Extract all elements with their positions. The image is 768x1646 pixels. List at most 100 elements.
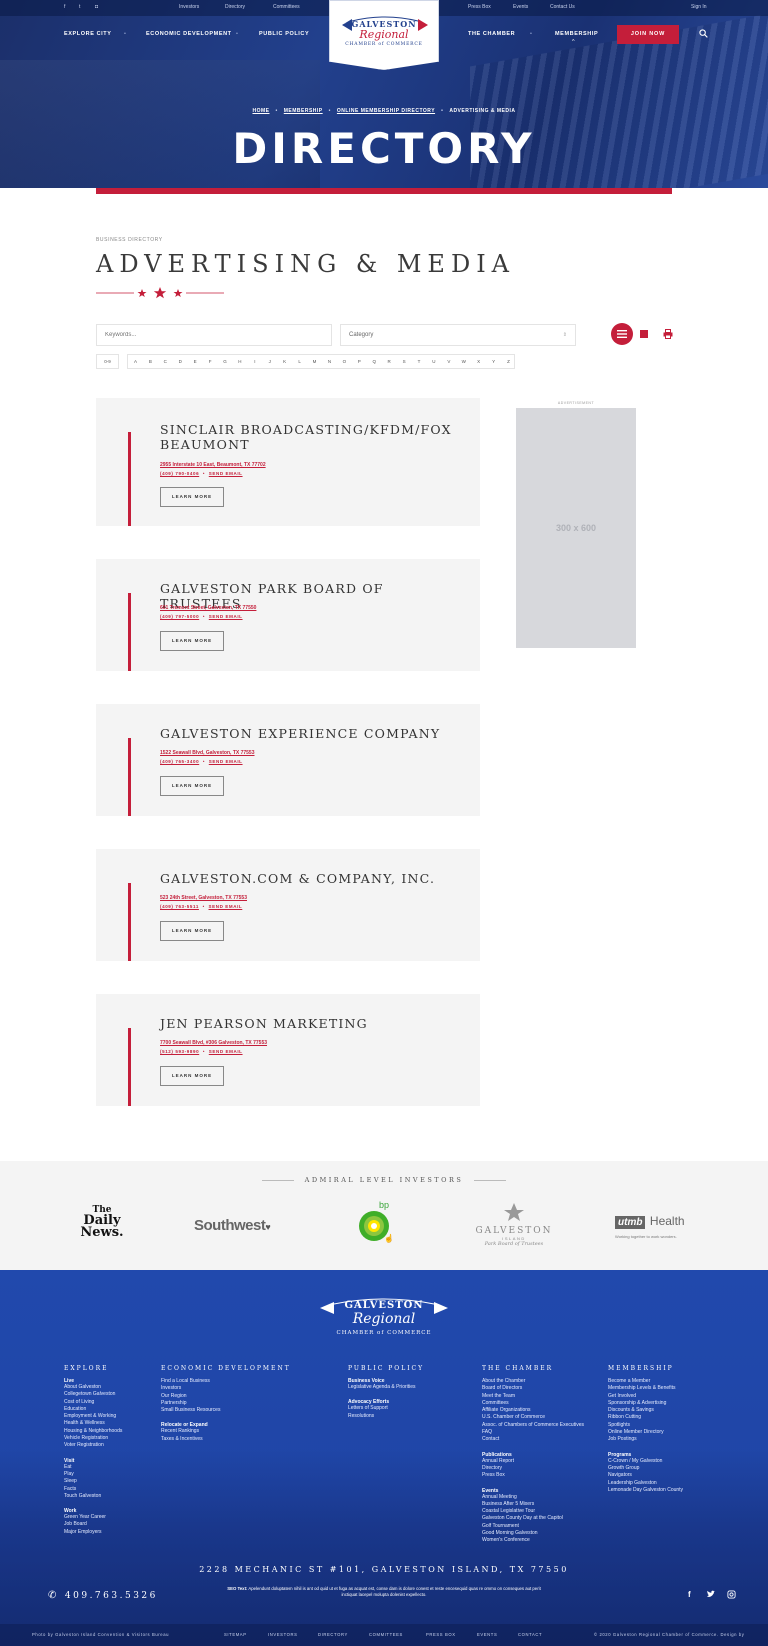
footer-link[interactable]: Recent Rankings [161, 1428, 341, 1435]
footer-link[interactable]: Navigators [608, 1472, 728, 1479]
footer-link[interactable]: Spotlights [608, 1422, 728, 1429]
listing-name[interactable]: GALVESTON.COM & COMPANY, INC. [160, 871, 460, 886]
listing-address[interactable]: 7700 Seawall Blvd, #306 Galveston, TX 77… [160, 1040, 267, 1046]
footer-link[interactable]: Membership Levels & Benefits [608, 1385, 728, 1392]
footer-link[interactable]: U.S. Chamber of Commerce [482, 1414, 607, 1421]
park-board-logo[interactable]: GALVESTON ISLAND Park Board of Trustees [474, 1202, 554, 1247]
footer-link[interactable]: Legislative Agenda & Priorities [348, 1384, 468, 1391]
footer-link[interactable]: Board of Directors [482, 1385, 607, 1392]
learn-more-button[interactable]: LEARN MORE [160, 631, 224, 651]
footer-link[interactable]: Sponsorship & Advertising [608, 1400, 728, 1407]
listing-phone[interactable]: (512) 593-9890 [160, 1049, 199, 1054]
footer-link[interactable]: Contact [482, 1436, 607, 1443]
alpha-filter-i[interactable]: I [247, 355, 262, 368]
footer-link[interactable]: Resolutions [348, 1413, 468, 1420]
listing-phone[interactable]: (409) 763-5511 [160, 904, 199, 909]
facebook-icon[interactable]: f [688, 1590, 697, 1599]
listing-address[interactable]: 2955 Interstate 10 East, Beaumont, TX 77… [160, 462, 266, 468]
alpha-filter-c[interactable]: C [158, 355, 173, 368]
listing-phone[interactable]: (409) 765-3400 [160, 759, 199, 764]
topbar-link-contact[interactable]: Contact Us [550, 4, 575, 10]
footer-link[interactable]: C-Crown / My Galveston [608, 1458, 728, 1465]
footer-link[interactable]: Get Involved [608, 1393, 728, 1400]
alpha-filter-o[interactable]: O [337, 355, 352, 368]
twitter-icon[interactable] [706, 1590, 715, 1599]
footer-link[interactable]: Lemonade Day Galveston County [608, 1487, 728, 1494]
footer-link[interactable]: Job Postings [608, 1436, 728, 1443]
nav-public-policy[interactable]: PUBLIC POLICY [259, 31, 309, 37]
nav-economic-development[interactable]: ECONOMIC DEVELOPMENT [146, 31, 232, 37]
footer-link[interactable]: Leadership Galveston [608, 1480, 728, 1487]
alpha-filter-0-9[interactable]: 0-9 [96, 354, 119, 369]
listing-name[interactable]: GALVESTON EXPERIENCE COMPANY [160, 726, 460, 741]
breadcrumb-membership[interactable]: MEMBERSHIP [284, 108, 323, 114]
footer-link[interactable]: About the Chamber [482, 1378, 607, 1385]
alpha-filter-r[interactable]: R [382, 355, 397, 368]
footer-link[interactable]: Meet the Team [482, 1393, 607, 1400]
breadcrumb-directory[interactable]: ONLINE MEMBERSHIP DIRECTORY [337, 108, 435, 114]
alpha-filter-t[interactable]: T [412, 355, 427, 368]
footer-phone[interactable]: ✆ 409.763.5326 [48, 1590, 158, 1601]
topbar-link-committees[interactable]: Committees [273, 4, 300, 10]
alpha-filter-a[interactable]: A [128, 355, 143, 368]
nav-the-chamber[interactable]: THE CHAMBER [468, 31, 515, 37]
alpha-filter-v[interactable]: V [441, 355, 456, 368]
footer-link[interactable]: Sleep [64, 1478, 184, 1485]
footer-link[interactable]: Galveston County Day at the Capitol [482, 1515, 607, 1522]
facebook-icon[interactable]: f [64, 4, 65, 10]
alpha-filter-g[interactable]: G [218, 355, 233, 368]
alpha-filter-u[interactable]: U [426, 355, 441, 368]
category-select[interactable]: Category ⇕ [340, 324, 576, 346]
footer-link[interactable]: Annual Meeting [482, 1494, 607, 1501]
alpha-filter-z[interactable]: Z [501, 355, 516, 368]
alpha-filter-b[interactable]: B [143, 355, 158, 368]
listing-phone[interactable]: (409) 790-0406 [160, 471, 199, 476]
footer-link[interactable]: Green Year Career [64, 1514, 184, 1521]
footer-link[interactable]: Our Region [161, 1393, 341, 1400]
twitter-icon[interactable]: t [79, 4, 80, 10]
listing-name[interactable]: JEN PEARSON MARKETING [160, 1016, 460, 1031]
advertisement-placeholder[interactable]: 300 x 600 [516, 408, 636, 648]
footer-link[interactable]: Golf Tournament [482, 1523, 607, 1530]
footer-link-press-box[interactable]: PRESS BOX [426, 1632, 456, 1637]
footer-logo[interactable]: GALVESTON Regional CHAMBER of COMMERCE [318, 1294, 450, 1340]
alpha-filter-k[interactable]: K [277, 355, 292, 368]
alpha-filter-p[interactable]: P [352, 355, 367, 368]
listing-email-link[interactable]: SEND EMAIL [209, 1049, 243, 1054]
utmb-health-logo[interactable]: utmb Health Working together to work won… [615, 1212, 705, 1239]
learn-more-button[interactable]: LEARN MORE [160, 776, 224, 796]
topbar-link-sign-in[interactable]: Sign In [691, 4, 707, 10]
alpha-filter-h[interactable]: H [232, 355, 247, 368]
daily-news-logo[interactable]: The Daily News. [78, 1205, 126, 1239]
listing-email-link[interactable]: SEND EMAIL [209, 759, 243, 764]
topbar-link-directory[interactable]: Directory [225, 4, 245, 10]
listing-email-link[interactable]: SEND EMAIL [209, 471, 243, 476]
topbar-link-press-box[interactable]: Press Box [468, 4, 491, 10]
footer-link[interactable]: Growth Group [608, 1465, 728, 1472]
search-icon[interactable] [699, 29, 708, 38]
footer-link[interactable]: Committees [482, 1400, 607, 1407]
footer-link[interactable]: Women's Conference [482, 1537, 607, 1544]
listing-address[interactable]: 1522 Seawall Blvd, Galveston, TX 77553 [160, 750, 255, 756]
footer-link[interactable]: Play [64, 1471, 184, 1478]
alpha-filter-q[interactable]: Q [367, 355, 382, 368]
alpha-filter-n[interactable]: N [322, 355, 337, 368]
alpha-filter-l[interactable]: L [292, 355, 307, 368]
footer-link[interactable]: Job Board [64, 1521, 184, 1528]
alpha-filter-d[interactable]: D [173, 355, 188, 368]
breadcrumb-home[interactable]: HOME [252, 108, 269, 114]
listing-phone[interactable]: (409) 797-5000 [160, 614, 199, 619]
bp-logo[interactable]: bp ☝ [356, 1200, 398, 1250]
listing-email-link[interactable]: SEND EMAIL [209, 614, 243, 619]
footer-link[interactable]: Small Business Resources [161, 1407, 341, 1414]
footer-link-contact[interactable]: CONTACT [518, 1632, 542, 1637]
instagram-icon[interactable] [727, 1590, 736, 1599]
topbar-link-events[interactable]: Events [513, 4, 528, 10]
instagram-icon[interactable]: ◘ [95, 4, 98, 10]
alpha-filter-y[interactable]: Y [486, 355, 501, 368]
listing-email-link[interactable]: SEND EMAIL [209, 904, 243, 909]
list-view-button[interactable] [611, 323, 633, 345]
footer-link[interactable]: Eat [64, 1464, 184, 1471]
alpha-filter-w[interactable]: W [456, 355, 471, 368]
learn-more-button[interactable]: LEARN MORE [160, 487, 224, 507]
